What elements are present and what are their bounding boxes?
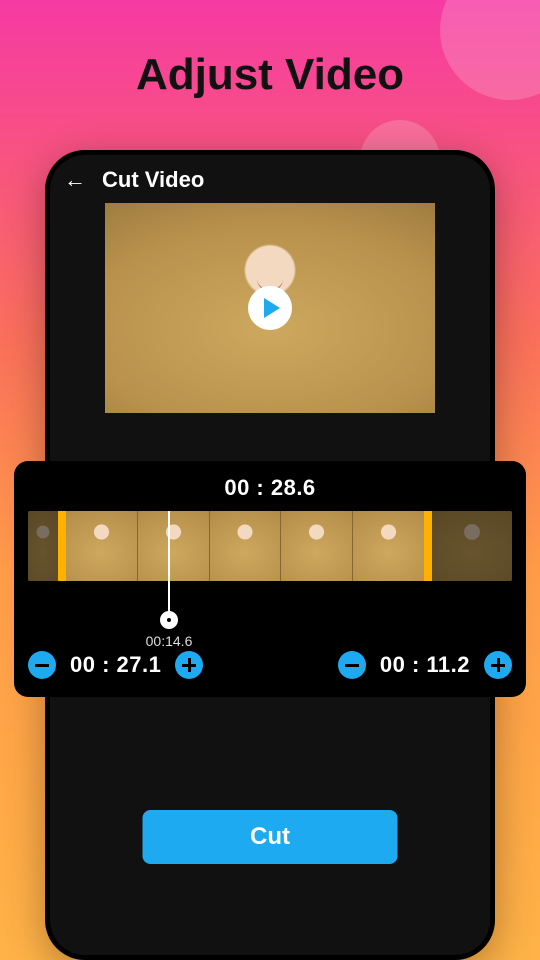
minus-icon	[35, 664, 49, 667]
plus-icon	[497, 658, 500, 672]
end-time-group: 00 : 11.2	[338, 651, 512, 679]
app-header: ← Cut Video	[50, 155, 490, 203]
filmstrip-thumb	[209, 511, 281, 581]
playhead-time: 00:14.6	[146, 633, 193, 649]
screen-title: Cut Video	[102, 167, 204, 193]
back-arrow-icon[interactable]: ←	[64, 169, 86, 191]
filmstrip-thumb	[66, 511, 137, 581]
filmstrip-thumb	[352, 511, 424, 581]
end-increase-button[interactable]	[484, 651, 512, 679]
filmstrip[interactable]: 00:14.6	[28, 511, 512, 581]
start-increase-button[interactable]	[175, 651, 203, 679]
trim-selection[interactable]	[58, 511, 432, 581]
start-time-group: 00 : 27.1	[28, 651, 203, 679]
total-duration: 00 : 28.6	[28, 475, 512, 501]
filmstrip-outside-right	[432, 511, 512, 581]
cut-button-label: Cut	[250, 823, 290, 851]
plus-icon	[188, 658, 191, 672]
filmstrip-thumb	[137, 511, 209, 581]
start-time-value: 00 : 27.1	[70, 652, 161, 678]
minus-icon	[345, 664, 359, 667]
filmstrip-outside-left	[28, 511, 58, 581]
play-button[interactable]	[248, 286, 292, 330]
end-decrease-button[interactable]	[338, 651, 366, 679]
time-controls: 00 : 27.1 00 : 11.2	[28, 651, 512, 679]
filmstrip-thumb	[280, 511, 352, 581]
end-time-value: 00 : 11.2	[380, 652, 470, 678]
cut-button[interactable]: Cut	[143, 810, 398, 864]
play-icon	[264, 298, 280, 318]
playhead-knob-icon[interactable]	[160, 611, 178, 629]
start-decrease-button[interactable]	[28, 651, 56, 679]
video-preview[interactable]	[105, 203, 435, 413]
trim-panel: 00 : 28.6 00:14.6 00 : 27.1	[14, 461, 526, 697]
